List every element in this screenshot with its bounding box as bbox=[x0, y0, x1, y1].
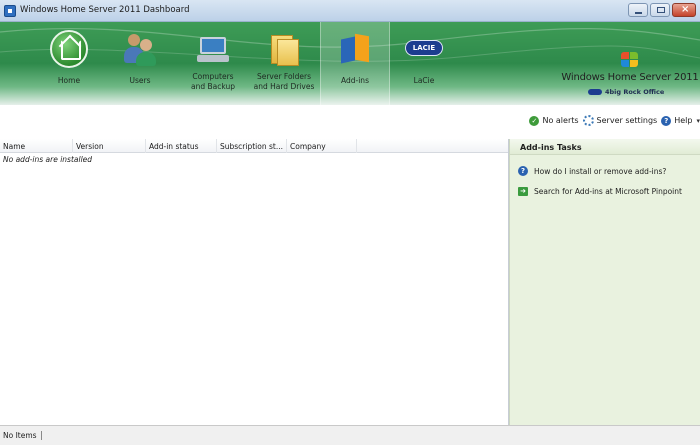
app-icon bbox=[4, 5, 16, 17]
close-icon: × bbox=[681, 4, 690, 15]
item-count: No Items bbox=[3, 431, 42, 440]
column-header-name[interactable]: ^ Name bbox=[0, 139, 73, 153]
arrow-icon: ➜ bbox=[518, 187, 528, 196]
status-links: ✓ No alerts Server settings ? Help ▾ bbox=[529, 115, 700, 126]
help-icon: ? bbox=[661, 115, 672, 126]
check-icon: ✓ bbox=[529, 115, 540, 126]
window-controls: × bbox=[628, 3, 696, 17]
nav-label-lacie: LaCie bbox=[413, 76, 435, 85]
column-header-addin-status[interactable]: Add-in status bbox=[146, 139, 217, 153]
server-name: 4big Rock Office bbox=[588, 88, 664, 96]
nav-item-home[interactable]: Home bbox=[40, 22, 98, 105]
help-icon: ? bbox=[518, 166, 528, 176]
task-search-pinpoint[interactable]: ➜ Search for Add-ins at Microsoft Pinpoi… bbox=[518, 187, 682, 196]
lacie-logo-text: LACIE bbox=[405, 40, 443, 56]
task-label: How do I install or remove add-ins? bbox=[534, 166, 667, 176]
column-header-filler bbox=[357, 139, 508, 153]
addins-list[interactable]: ^ Name Version Add-in status Subscriptio… bbox=[0, 139, 509, 425]
gear-icon bbox=[582, 115, 594, 126]
tasks-panel: Add-ins Tasks ? How do I install or remo… bbox=[509, 139, 700, 425]
status-strip: ✓ No alerts Server settings ? Help ▾ bbox=[0, 105, 700, 139]
nav-item-lacie[interactable]: LACIE LaCie bbox=[395, 22, 453, 105]
column-header-company[interactable]: Company bbox=[287, 139, 357, 153]
status-bar: No Items bbox=[0, 425, 700, 445]
lacie-badge-icon bbox=[588, 89, 602, 95]
nav-item-computers[interactable]: Computers and Backup bbox=[180, 22, 246, 105]
grid-header: ^ Name Version Add-in status Subscriptio… bbox=[0, 139, 508, 153]
task-label: Search for Add-ins at Microsoft Pinpoint bbox=[534, 187, 682, 196]
dashboard-nav: Home Users Computers and Backup Server F… bbox=[0, 22, 700, 105]
nav-label-computers: Computers and Backup bbox=[191, 72, 235, 91]
minimize-icon bbox=[635, 12, 642, 14]
nav-label-server-folders: Server Folders and Hard Drives bbox=[253, 72, 315, 91]
computer-icon bbox=[194, 30, 232, 68]
users-icon bbox=[121, 30, 159, 68]
sort-ascending-icon: ^ bbox=[28, 139, 34, 144]
alerts-link[interactable]: ✓ No alerts bbox=[529, 115, 579, 126]
nav-label-addins: Add-ins bbox=[341, 76, 369, 85]
window-title: Windows Home Server 2011 Dashboard bbox=[20, 5, 190, 15]
column-header-version[interactable]: Version bbox=[73, 139, 146, 153]
minimize-button[interactable] bbox=[628, 3, 648, 17]
help-menu[interactable]: ? Help ▾ bbox=[661, 115, 700, 126]
nav-item-addins[interactable]: Add-ins bbox=[320, 22, 390, 105]
nav-label-users: Users bbox=[129, 76, 151, 85]
close-button[interactable]: × bbox=[672, 3, 696, 17]
lacie-icon: LACIE bbox=[403, 30, 445, 68]
home-icon bbox=[50, 30, 88, 68]
addins-icon bbox=[336, 30, 374, 68]
alerts-text: No alerts bbox=[542, 116, 579, 125]
nav-item-server-folders[interactable]: Server Folders and Hard Drives bbox=[247, 22, 321, 105]
chevron-down-icon: ▾ bbox=[696, 116, 700, 125]
column-header-subscription-status[interactable]: Subscription st... bbox=[217, 139, 287, 153]
nav-label-home: Home bbox=[57, 76, 81, 85]
product-name: Windows Home Server 2011 bbox=[561, 72, 699, 83]
server-name-text: 4big Rock Office bbox=[605, 88, 665, 96]
nav-item-users[interactable]: Users bbox=[111, 22, 169, 105]
empty-list-message: No add-ins are installed bbox=[3, 155, 93, 164]
title-bar: Windows Home Server 2011 Dashboard × bbox=[0, 0, 700, 22]
help-text: Help bbox=[674, 116, 693, 125]
maximize-icon bbox=[657, 7, 665, 13]
server-settings-link[interactable]: Server settings bbox=[582, 115, 658, 126]
maximize-button[interactable] bbox=[650, 3, 670, 17]
server-settings-text: Server settings bbox=[596, 116, 658, 125]
windows-flag-icon bbox=[621, 52, 639, 68]
tasks-panel-title: Add-ins Tasks bbox=[510, 139, 700, 155]
folders-icon bbox=[265, 30, 303, 68]
task-how-to-install[interactable]: ? How do I install or remove add-ins? bbox=[518, 166, 666, 176]
